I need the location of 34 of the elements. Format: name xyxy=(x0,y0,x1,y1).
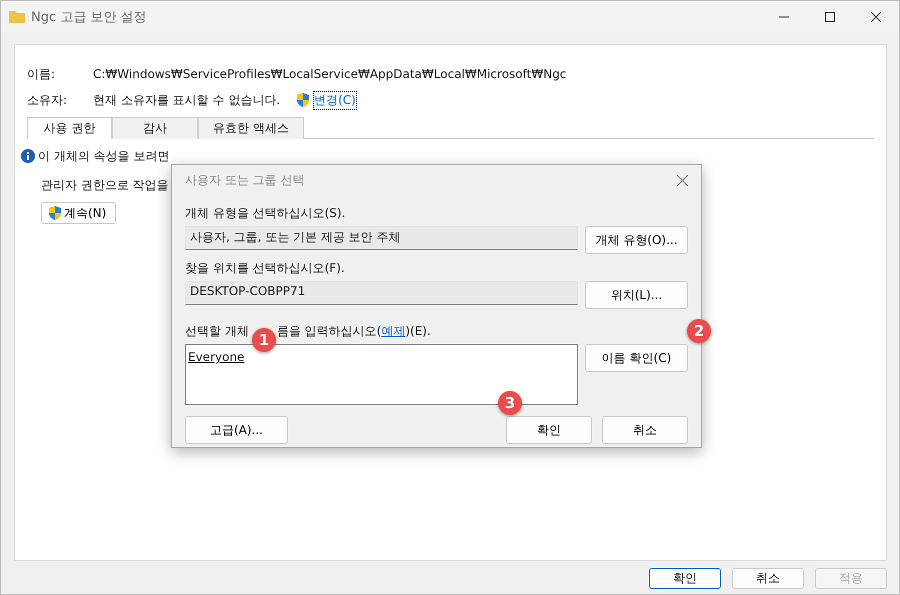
tab[interactable]: 사용 권한 xyxy=(27,117,112,139)
object-type-button[interactable]: 개체 유형(O)... xyxy=(585,226,688,254)
change-link[interactable]: 변경(C) xyxy=(314,92,356,108)
field-label: 개체 유형을 선택하십시오(S). xyxy=(185,205,346,222)
field-label: 찾을 위치를 선택하십시오(F). xyxy=(185,260,346,277)
info-icon xyxy=(21,149,35,163)
field-value: C:₩Windows₩ServiceProfiles₩LocalService₩AppData₩Local₩Microsoft₩Ngc xyxy=(93,67,566,81)
info-text: 이 개체의 속성을 보려면 xyxy=(38,148,170,164)
continue-button[interactable]: 계속(N) xyxy=(41,202,116,224)
cancel-button[interactable]: 취소 xyxy=(602,416,688,444)
field-label: 선택할 개체 xyxy=(185,323,249,340)
dialog-title: 사용자 또는 그룹 선택 xyxy=(185,172,304,188)
object-type-field: 사용자, 그룹, 또는 기본 제공 보안 주체 xyxy=(185,226,578,250)
check-names-button[interactable]: 이름 확인(C) xyxy=(585,344,688,372)
location-field: DESKTOP-COBPP71 xyxy=(185,281,578,305)
field-value: 현재 소유자를 표시할 수 없습니다. xyxy=(93,92,280,108)
advanced-button[interactable]: 고급(A)... xyxy=(185,416,288,444)
shield-icon xyxy=(296,92,310,108)
close-icon[interactable] xyxy=(871,12,881,22)
field-label: 름을 입력하십시오(예제)(E). xyxy=(276,323,431,340)
window-title: Ngc 고급 보안 설정 xyxy=(31,8,147,26)
field-label: 이름: xyxy=(27,66,56,82)
shield-icon xyxy=(48,205,62,221)
dialog-button[interactable]: 취소 xyxy=(732,568,804,589)
example-link[interactable]: 예제 xyxy=(381,324,406,338)
folder-icon xyxy=(9,10,25,23)
ok-button[interactable]: 확인 xyxy=(506,416,592,444)
tab[interactable]: 감사 xyxy=(112,117,198,139)
admin-text: 관리자 권한으로 작업을 xyxy=(41,177,169,194)
tab[interactable]: 유효한 액세스 xyxy=(198,117,304,139)
maximize-icon[interactable] xyxy=(825,12,835,22)
field-label: 소유자: xyxy=(27,92,68,108)
dialog-button[interactable]: 확인 xyxy=(649,568,721,589)
location-button[interactable]: 위치(L)... xyxy=(585,281,688,309)
